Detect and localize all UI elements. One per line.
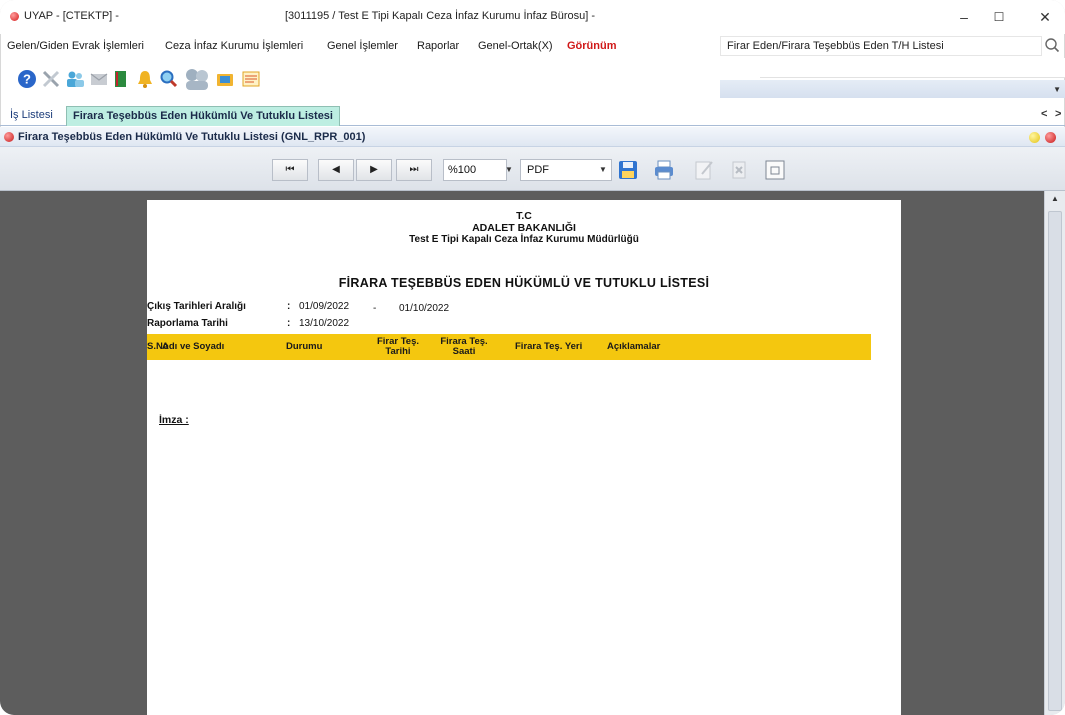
edit-icon[interactable]	[692, 158, 716, 182]
exit-date-colon: :	[287, 301, 291, 312]
people-icon[interactable]	[182, 66, 212, 92]
scroll-up-icon[interactable]: ▲	[1045, 191, 1065, 207]
print-icon[interactable]	[652, 158, 676, 182]
exit-date-from: 01/09/2022	[299, 301, 350, 312]
close-button[interactable]: ✕	[1031, 6, 1059, 28]
tab-is-listesi[interactable]: İş Listesi	[4, 106, 59, 126]
report-date-value: 13/10/2022	[299, 318, 350, 329]
menu-gelen-giden-evrak[interactable]: Gelen/Giden Evrak İşlemleri	[7, 40, 144, 52]
notes-icon[interactable]	[240, 68, 262, 90]
format-dropdown-icon[interactable]: ▼	[594, 159, 612, 181]
minimize-panel-icon[interactable]	[1029, 132, 1040, 143]
tab-firara-tesebbus[interactable]: Firara Teşebbüs Eden Hükümlü Ve Tutuklu …	[66, 106, 340, 126]
app-window: UYAP - [CTEKTP] - [3011195 / Test E Tipi…	[0, 0, 1065, 715]
folder-icon[interactable]	[214, 68, 236, 90]
title-bar: UYAP - [CTEKTP] - [3011195 / Test E Tipi…	[0, 0, 1065, 34]
mail-icon[interactable]	[88, 68, 110, 90]
app-logo-icon	[10, 12, 19, 21]
zoom-select[interactable]: %100	[443, 159, 507, 181]
col-escape-time: Firara Teş. Saati	[440, 336, 488, 357]
col-name: Adı ve Soyadı	[162, 341, 225, 353]
bell-icon[interactable]	[134, 68, 156, 90]
report-date-colon: :	[287, 318, 291, 329]
panel-status-icon	[4, 132, 14, 142]
users-icon[interactable]	[64, 68, 86, 90]
vertical-scrollbar[interactable]: ▲	[1044, 191, 1065, 715]
report-header-institution: Test E Tipi Kapalı Ceza İnfaz Kurumu Müd…	[409, 234, 639, 245]
minimize-button[interactable]: –	[950, 6, 978, 28]
tab-bar: İş Listesi Firara Teşebbüs Eden Hükümlü …	[0, 104, 1065, 126]
search-icon[interactable]	[1044, 37, 1060, 53]
report-header-tc: T.C	[516, 210, 532, 222]
report-header-ministry: ADALET BAKANLIĞI	[472, 222, 576, 234]
exit-date-dash: -	[373, 303, 377, 314]
toolbar-right-area	[760, 58, 1065, 78]
app-title: UYAP - [CTEKTP] -	[24, 10, 119, 22]
help-icon[interactable]: ?	[16, 68, 38, 90]
report-title: FİRARA TEŞEBBÜS EDEN HÜKÜMLÜ VE TUTUKLU …	[338, 276, 710, 290]
close-panel-icon[interactable]	[1045, 132, 1056, 143]
table-header: S.No Adı ve Soyadı Durumu Firar Teş. Tar…	[147, 334, 871, 360]
menu-ceza-infaz-kurumu[interactable]: Ceza İnfaz Kurumu İşlemleri	[165, 40, 303, 52]
magnifier-icon[interactable]	[158, 68, 180, 90]
col-status: Durumu	[286, 341, 323, 353]
book-icon[interactable]	[110, 68, 132, 90]
report-page: T.C ADALET BAKANLIĞI Test E Tipi Kapalı …	[147, 200, 901, 715]
col-notes: Açıklamalar	[607, 341, 661, 353]
maximize-button[interactable]: ☐	[985, 6, 1013, 28]
col-escape-place: Firara Teş. Yeri	[515, 341, 583, 353]
fit-page-icon[interactable]	[763, 158, 787, 182]
tab-scroll-left[interactable]: <	[1041, 108, 1047, 120]
prev-page-button[interactable]: ◀	[318, 159, 354, 181]
panel-title: Firara Teşebbüs Eden Hükümlü Ve Tutuklu …	[18, 131, 366, 143]
col-escape-date: Firar Teş. Tarihi	[376, 336, 420, 357]
signature-label: İmza :	[159, 414, 189, 426]
save-icon[interactable]	[616, 158, 640, 182]
menu-genel-islemler[interactable]: Genel İşlemler	[327, 40, 398, 52]
zoom-dropdown-icon[interactable]: ▼	[500, 159, 518, 181]
exit-date-to: 01/10/2022	[399, 303, 450, 314]
menu-raporlar[interactable]: Raporlar	[417, 40, 459, 52]
toolbar-right-dropdown[interactable]: ▼	[720, 80, 1065, 98]
tools-icon[interactable]	[40, 68, 62, 90]
next-page-button[interactable]: ▶	[356, 159, 392, 181]
chevron-down-icon: ▼	[1053, 85, 1061, 94]
svg-text:?: ?	[23, 72, 31, 87]
menu-genel-ortak[interactable]: Genel-Ortak(X)	[478, 40, 553, 52]
export-icon[interactable]	[727, 158, 751, 182]
panel-header: Firara Teşebbüs Eden Hükümlü Ve Tutuklu …	[0, 127, 1065, 147]
col-sno: S.No	[147, 341, 169, 353]
first-page-button[interactable]: ⏮	[272, 159, 308, 181]
exit-date-label: Çıkış Tarihleri Aralığı	[147, 301, 246, 312]
last-page-button[interactable]: ⏭	[396, 159, 432, 181]
report-date-label: Raporlama Tarihi	[147, 318, 228, 329]
menu-gorunum[interactable]: Görünüm	[567, 40, 617, 52]
window-title: [3011195 / Test E Tipi Kapalı Ceza İnfaz…	[285, 10, 596, 22]
report-toolbar: ⏮ ◀ ▶ ⏭ %100 ▼ PDF ▼	[0, 147, 1065, 191]
scrollbar-thumb[interactable]	[1048, 211, 1062, 711]
search-input[interactable]: Firar Eden/Firara Teşebbüs Eden T/H List…	[720, 36, 1042, 56]
tab-scroll-right[interactable]: >	[1055, 108, 1061, 120]
